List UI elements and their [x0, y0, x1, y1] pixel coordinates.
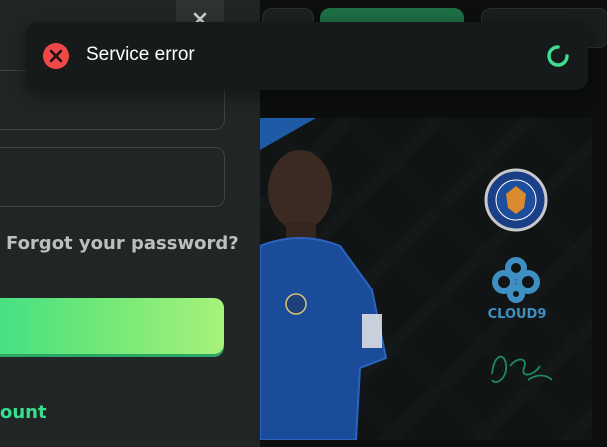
- toast-message: Service error: [86, 44, 195, 65]
- hero-banner: CLOUD9: [260, 118, 592, 440]
- player-photo: [260, 150, 388, 440]
- forgot-password-link[interactable]: Forgot your password?: [6, 233, 239, 254]
- cloud9-logo-icon: CLOUD9: [488, 257, 547, 322]
- create-account-link[interactable]: ount: [0, 402, 60, 423]
- svg-text:CLOUD9: CLOUD9: [488, 307, 547, 322]
- leicester-city-crest-icon: [484, 168, 548, 232]
- loading-spinner-icon: [547, 45, 569, 67]
- password-field[interactable]: [0, 147, 225, 207]
- error-toast: Service error: [26, 22, 588, 90]
- error-x-icon: [43, 43, 69, 69]
- login-button[interactable]: [0, 298, 224, 354]
- sponsor-signature-logo: [491, 355, 553, 383]
